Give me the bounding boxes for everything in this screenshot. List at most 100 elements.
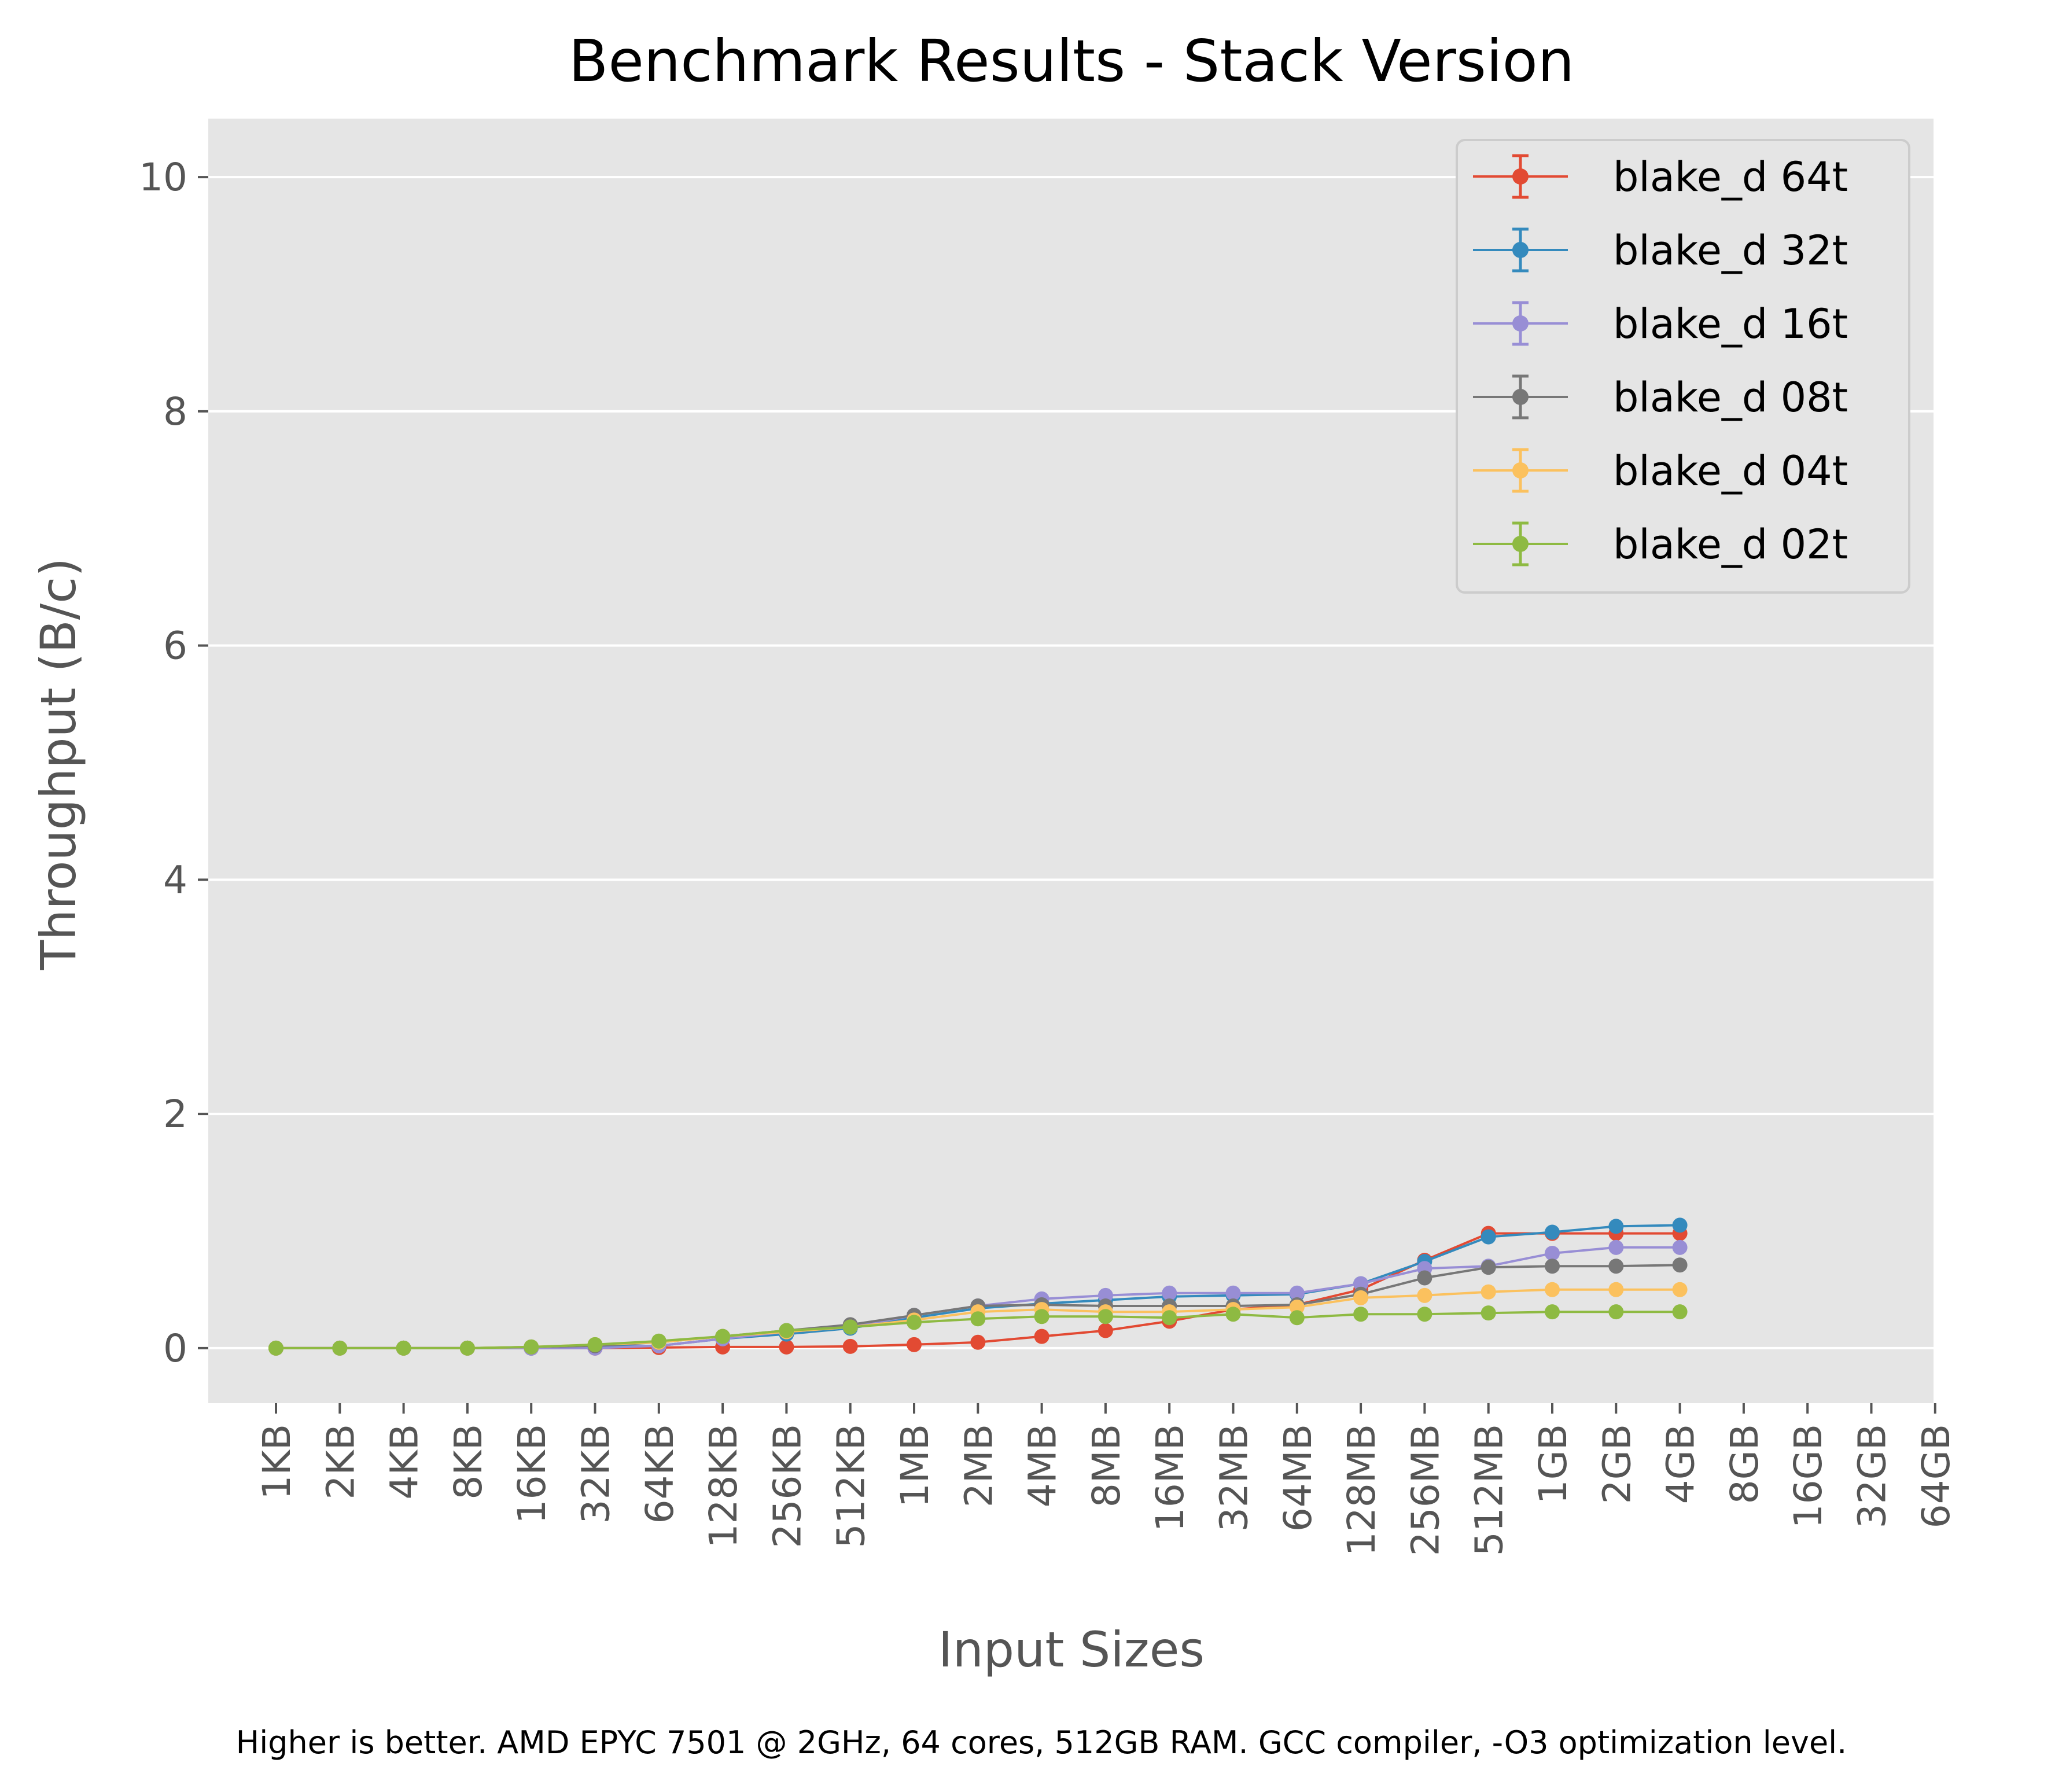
data-point [1481,1305,1496,1321]
data-point [1672,1217,1688,1233]
data-point [1225,1285,1241,1301]
data-point [1034,1309,1049,1324]
x-tick-label: 1GB [1531,1424,1575,1504]
data-point [1034,1329,1049,1344]
data-point [1608,1219,1624,1234]
data-point [1608,1282,1624,1297]
data-point [1545,1282,1560,1297]
data-point [1545,1245,1560,1261]
x-tick-label: 2MB [956,1424,1001,1507]
x-tick-label: 1MB [893,1424,937,1507]
data-point [1353,1307,1369,1322]
x-tick-label: 8MB [1084,1424,1129,1507]
x-tick-label: 32KB [574,1424,618,1524]
data-point [1545,1224,1560,1240]
data-point [1098,1309,1113,1324]
legend-label: blake_d 32t [1613,227,1848,274]
legend-marker [1512,168,1529,185]
legend: blake_d 64t blake_d 32t blake_d 16t blake_d… [1456,139,1910,594]
data-point [268,1340,283,1356]
footnote: Higher is better. AMD EPYC 7501 @ 2GHz, … [236,1724,1847,1761]
data-point [1353,1290,1369,1305]
data-point [1481,1229,1496,1245]
legend-marker [1512,389,1529,405]
x-tick-label: 512KB [829,1424,874,1548]
data-point [524,1339,539,1355]
y-axis-label: Throughput (B/c) [30,558,87,970]
legend-label: blake_d 08t [1613,374,1848,421]
x-tick-label: 64GB [1914,1424,1958,1528]
x-tick-label: 8KB [446,1424,491,1500]
x-tick-label: 512MB [1467,1424,1512,1556]
data-point [907,1337,922,1352]
data-point [1608,1239,1624,1255]
data-point [1417,1307,1432,1322]
data-point [1225,1307,1241,1322]
data-point [587,1337,603,1352]
x-tick-label: 8GB [1722,1424,1767,1504]
x-tick-label: 128MB [1339,1424,1384,1556]
y-tick-label: 4 [163,858,187,902]
legend-label: blake_d 64t [1613,153,1848,201]
data-point [970,1334,986,1350]
data-point [842,1319,858,1335]
data-point [1672,1282,1688,1297]
x-tick-label: 2GB [1594,1424,1639,1504]
data-point [1481,1260,1496,1275]
data-point [1162,1285,1177,1301]
y-tick-label: 10 [139,155,187,200]
data-point [1608,1259,1624,1274]
x-tick-label: 1KB [255,1424,299,1500]
legend-marker [1512,242,1529,258]
chart: Benchmark Results - Stack Version 0 2 4 6 8 1… [30,27,1958,1761]
data-point [459,1340,475,1356]
data-point [1672,1304,1688,1320]
data-point [1608,1304,1624,1320]
data-point [1162,1310,1177,1326]
data-point [651,1333,666,1349]
data-point [1098,1323,1113,1338]
y-tick-label: 2 [163,1092,187,1136]
legend-marker [1512,315,1529,332]
data-point [907,1315,922,1330]
data-point [842,1338,858,1354]
y-tick-label: 8 [163,389,187,434]
x-tick-label: 4KB [382,1424,427,1500]
x-tick-label: 32MB [1212,1424,1257,1532]
data-point [970,1311,986,1327]
x-tick-label: 16GB [1786,1424,1831,1528]
y-tick-label: 6 [163,624,187,668]
legend-marker [1512,536,1529,552]
data-point [715,1329,731,1344]
data-point [779,1323,794,1338]
x-tick-label: 64KB [638,1424,682,1524]
x-tick-label: 16KB [510,1424,554,1524]
x-axis-label: Input Sizes [938,1621,1205,1678]
data-point [1481,1284,1496,1300]
y-tick-label: 0 [163,1326,187,1371]
legend-label: blake_d 16t [1613,300,1848,348]
x-tick-label: 256MB [1403,1424,1448,1556]
x-tick-label: 64MB [1276,1424,1320,1532]
x-tick-label: 16MB [1148,1424,1192,1532]
legend-label: blake_d 04t [1613,447,1848,495]
x-tick-label: 128KB [701,1424,746,1548]
data-point [1417,1287,1432,1303]
data-point [1289,1310,1305,1326]
legend-marker [1512,462,1529,479]
x-tick-label: 32GB [1850,1424,1895,1528]
data-point [396,1340,411,1356]
x-tick-label: 256KB [765,1424,809,1548]
x-tick-label: 4MB [1021,1424,1065,1507]
data-point [1545,1304,1560,1320]
data-point [1672,1257,1688,1273]
x-tick-label: 4GB [1659,1424,1703,1504]
x-tick-label: 2KB [318,1424,363,1500]
data-point [332,1340,348,1356]
data-point [1545,1259,1560,1274]
data-point [779,1339,794,1355]
chart-title: Benchmark Results - Stack Version [569,27,1574,95]
data-point [1672,1239,1688,1255]
legend-label: blake_d 02t [1613,521,1848,568]
data-point [1417,1270,1432,1286]
